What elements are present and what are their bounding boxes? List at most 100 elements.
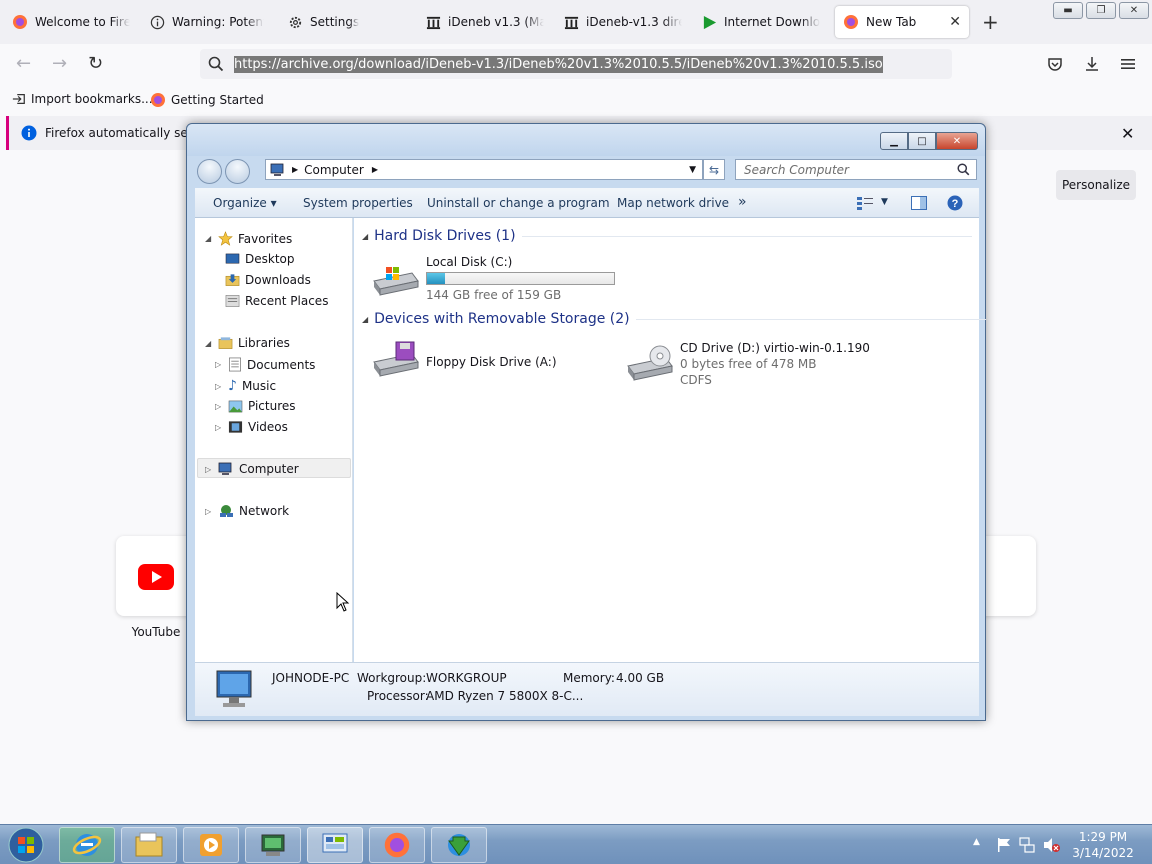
minimize-button[interactable]: ▬ [1053,2,1083,19]
tab-ideneb-directory[interactable]: iDeneb-v1.3 directory [556,6,690,38]
expand-arrow-icon[interactable]: ▷ [215,360,223,369]
breadcrumb[interactable]: Computer [304,163,364,177]
taskbar-internet-download-manager[interactable] [431,827,487,863]
drive-name: CD Drive (D:) virtio-win-0.1.190 [680,341,870,355]
collapse-arrow-icon[interactable]: ◢ [205,234,213,243]
system-properties-button[interactable]: System properties [303,196,413,210]
tab-new-tab[interactable]: New Tab ✕ [835,6,969,38]
collapse-arrow-icon[interactable]: ◢ [205,339,213,348]
nav-music[interactable]: ▷ ♪ Music [215,378,276,394]
explorer-close-button[interactable]: ✕ [936,132,978,150]
nav-network[interactable]: ▷ Network [205,504,289,518]
download-icon[interactable] [1084,56,1100,72]
start-button-icon[interactable] [6,827,46,863]
getting-started-link[interactable]: Getting Started [150,92,264,108]
import-bookmarks-link[interactable]: Import bookmarks... [12,92,153,106]
drive-local-disk-c[interactable]: Local Disk (C:) 144 GB free of 159 GB [372,254,615,303]
nav-libraries[interactable]: ◢ Libraries [205,336,290,350]
firefox-icon [843,14,859,30]
taskbar-windows-explorer[interactable] [121,827,177,863]
youtube-icon [138,564,174,590]
explorer-maximize-button[interactable]: □ [908,132,936,150]
view-options-icon[interactable] [857,196,873,210]
show-hidden-icons-icon[interactable]: ▲ [973,837,980,847]
new-tab-button[interactable]: + [982,12,999,32]
collapse-arrow-icon[interactable]: ◢ [362,232,368,241]
close-window-button[interactable]: ✕ [1119,2,1149,19]
expand-arrow-icon[interactable]: ▷ [215,423,223,432]
drive-cd-d[interactable]: CD Drive (D:) virtio-win-0.1.190 0 bytes… [626,340,870,388]
expand-arrow-icon[interactable]: ▷ [205,507,213,516]
nav-videos[interactable]: ▷ Videos [215,420,288,434]
explorer-forward-button[interactable] [225,159,250,184]
nav-downloads[interactable]: Downloads [225,273,311,287]
personalize-button[interactable]: Personalize [1056,170,1136,200]
nav-computer[interactable]: ▷ Computer [205,462,299,476]
explorer-search-input[interactable]: Search Computer [735,159,977,180]
explorer-refresh-button[interactable]: ⇆ [703,159,725,180]
shortcut-tile-youtube[interactable] [116,536,196,616]
computer-name: JOHNODE-PC [272,671,350,685]
tab-internet-download[interactable]: Internet Download [694,6,828,38]
shortcut-label-youtube: YouTube [131,625,181,639]
search-icon [957,163,970,176]
nav-favorites[interactable]: ◢ Favorites [205,231,292,246]
address-dropdown-icon[interactable]: ▼ [689,165,696,175]
taskbar-media-player[interactable] [183,827,239,863]
action-center-flag-icon[interactable] [996,837,1012,853]
tab-settings[interactable]: Settings [280,6,414,38]
nav-pictures[interactable]: ▷ Pictures [215,399,296,413]
processor-label: Processor: [367,689,429,703]
disk-usage-bar [426,272,615,285]
expand-arrow-icon[interactable]: ▷ [215,402,223,411]
address-row: ▶ Computer ▶ ▼ ⇆ Search Computer [195,156,979,186]
nav-recent-places[interactable]: Recent Places [225,294,328,308]
map-network-drive-button[interactable]: Map network drive [617,196,729,210]
url-bar[interactable]: https://archive.org/download/iDeneb-v1.3… [200,49,952,79]
media-player-icon [197,831,225,859]
reload-icon[interactable]: ↻ [88,55,103,73]
forward-arrow-icon[interactable]: → [52,55,67,73]
restore-button[interactable]: ❐ [1086,2,1116,19]
workgroup-label: Workgroup: [357,671,427,685]
taskbar-device-manager[interactable] [245,827,301,863]
cd-drive-icon [626,340,674,388]
tab-ideneb-mac[interactable]: iDeneb v1.3 (Mac [418,6,552,38]
back-forward-group [197,159,257,184]
taskbar: ▲ 1:29 PM 3/14/2022 [0,824,1152,864]
group-header-removable[interactable]: ◢ Devices with Removable Storage (2) [362,311,986,327]
tab-warning[interactable]: Warning: Potential [142,6,272,38]
back-arrow-icon[interactable]: ← [16,55,31,73]
explorer-minimize-button[interactable]: ▁ [880,132,908,150]
expand-arrow-icon[interactable]: ▷ [215,382,223,391]
system-clock[interactable]: 1:29 PM 3/14/2022 [1068,829,1138,861]
info-icon [21,125,37,141]
organize-button[interactable]: Organize ▾ [213,196,277,210]
preview-pane-icon[interactable] [911,196,927,210]
explorer-back-button[interactable] [197,159,222,184]
help-icon[interactable]: ? [947,195,963,211]
collapse-arrow-icon[interactable]: ◢ [362,315,368,324]
taskbar-computer-window[interactable] [307,827,363,863]
volume-muted-icon[interactable] [1043,837,1061,853]
group-header-hard-disk[interactable]: ◢ Hard Disk Drives (1) [362,228,972,244]
close-tab-icon[interactable]: ✕ [949,14,961,30]
more-commands-button[interactable]: » [738,194,747,210]
tab-welcome[interactable]: Welcome to Firefox [4,6,138,38]
menu-icon[interactable] [1120,56,1136,72]
close-notification-icon[interactable]: ✕ [1121,124,1134,143]
breadcrumb-arrow-icon[interactable]: ▶ [372,165,378,174]
drive-floppy-a[interactable]: Floppy Disk Drive (A:) [372,340,557,380]
expand-arrow-icon[interactable]: ▷ [205,465,213,474]
explorer-address-bar[interactable]: ▶ Computer ▶ ▼ [265,159,703,180]
nav-documents[interactable]: ▷ Documents [215,357,315,372]
url-text[interactable]: https://archive.org/download/iDeneb-v1.3… [234,55,883,73]
pocket-icon[interactable] [1047,56,1063,72]
taskbar-internet-explorer[interactable] [59,827,115,863]
nav-desktop[interactable]: Desktop [225,252,295,266]
taskbar-firefox[interactable] [369,827,425,863]
view-dropdown-icon[interactable]: ▼ [881,197,888,207]
explorer-title-bar[interactable]: ▁ □ ✕ [187,124,985,156]
network-tray-icon[interactable] [1019,837,1035,853]
uninstall-program-button[interactable]: Uninstall or change a program [427,196,610,210]
